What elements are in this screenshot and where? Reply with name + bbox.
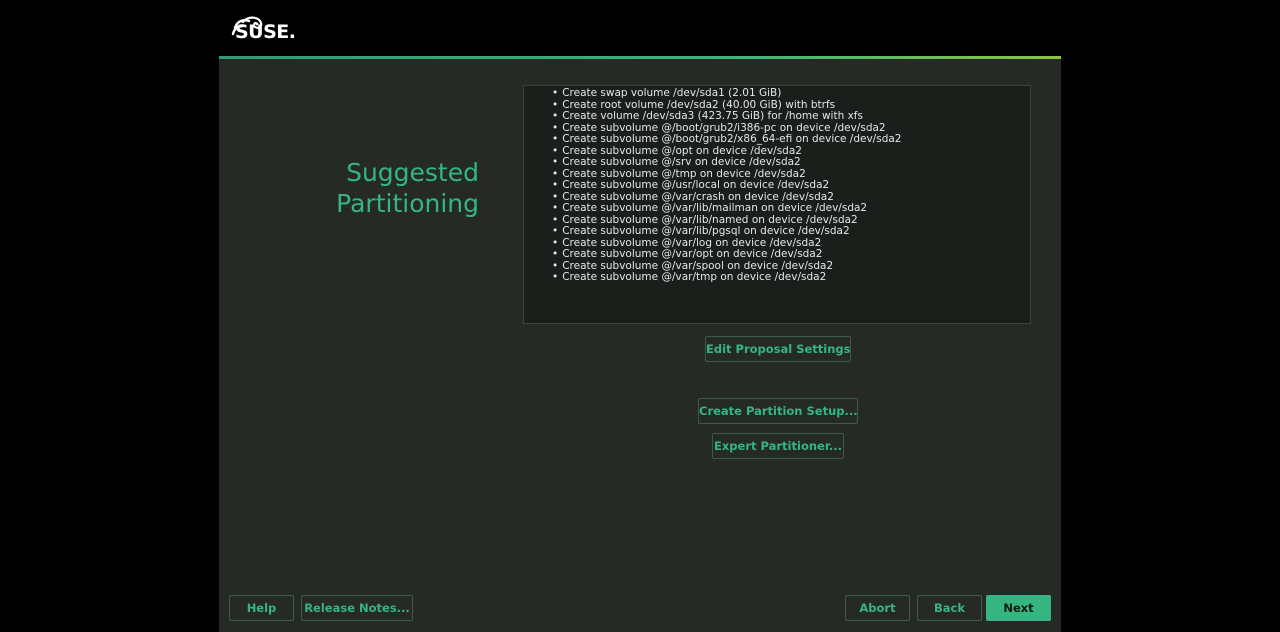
installer-window: SUSE. Suggested Partitioning Create swap… [219, 0, 1061, 632]
back-button[interactable]: Back [917, 595, 982, 621]
help-button[interactable]: Help [229, 595, 294, 621]
proposal-action-item: Create subvolume @/var/lib/mailman on de… [552, 202, 1030, 215]
partition-proposal-summary[interactable]: Create swap volume /dev/sda1 (2.01 GiB) C… [523, 85, 1031, 324]
page-title-line-1: Suggested [346, 158, 479, 187]
proposal-action-item: Create subvolume @/var/lib/pgsql on devi… [552, 225, 1030, 238]
page-title: Suggested Partitioning [279, 157, 479, 219]
expert-partitioner-button[interactable]: Expert Partitioner... [712, 433, 844, 459]
suse-logo-wordmark: SUSE. [235, 21, 296, 43]
next-button[interactable]: Next [986, 595, 1051, 621]
content-area: Suggested Partitioning Create swap volum… [219, 59, 1061, 632]
page-title-line-2: Partitioning [336, 189, 479, 218]
header-bar: SUSE. [219, 0, 1061, 56]
proposal-action-item: Create volume /dev/sda3 (423.75 GiB) for… [552, 110, 1030, 123]
proposal-action-item: Create subvolume @/var/opt on device /de… [552, 248, 1030, 261]
abort-button[interactable]: Abort [845, 595, 910, 621]
proposal-action-item: Create swap volume /dev/sda1 (2.01 GiB) [552, 87, 1030, 100]
create-partition-setup-button[interactable]: Create Partition Setup... [698, 398, 858, 424]
proposal-action-item: Create subvolume @/var/tmp on device /de… [552, 271, 1030, 284]
edit-proposal-settings-button[interactable]: Edit Proposal Settings [705, 336, 851, 362]
proposal-action-item: Create subvolume @/srv on device /dev/sd… [552, 156, 1030, 169]
proposal-action-list: Create swap volume /dev/sda1 (2.01 GiB) C… [552, 87, 1030, 284]
installer-screen: SUSE. Suggested Partitioning Create swap… [0, 0, 1280, 632]
release-notes-button[interactable]: Release Notes... [301, 595, 413, 621]
proposal-action-item: Create subvolume @/usr/local on device /… [552, 179, 1030, 192]
proposal-action-item: Create subvolume @/boot/grub2/x86_64-efi… [552, 133, 1030, 146]
